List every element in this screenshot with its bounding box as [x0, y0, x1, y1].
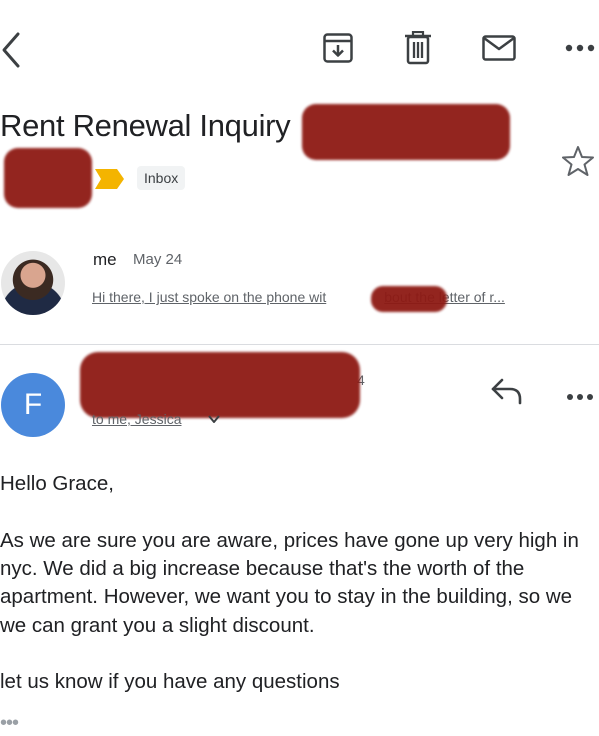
sender-name: me	[93, 250, 117, 269]
label-marker-icon	[95, 169, 124, 189]
thread-subject: Rent Renewal Inquiry	[0, 108, 291, 143]
more-horizontal-icon	[567, 394, 593, 400]
reply-button[interactable]	[490, 377, 524, 410]
chevron-left-icon	[2, 32, 20, 68]
star-button[interactable]	[562, 145, 594, 182]
message-divider	[0, 344, 599, 345]
recipients-details-button[interactable]	[207, 412, 221, 427]
message-snippet[interactable]: Hi there, I just spoke on the phone witb…	[92, 289, 587, 305]
snippet-start: Hi there, I just spoke on the phone wit	[92, 289, 327, 305]
message-body: Hello Grace, As we are sure you are awar…	[0, 470, 599, 725]
mark-unread-button[interactable]	[482, 30, 516, 66]
envelope-icon	[482, 35, 516, 61]
delete-button[interactable]	[404, 30, 432, 66]
archive-icon	[323, 33, 353, 63]
message-date: May 24	[133, 251, 183, 268]
redaction-label	[4, 148, 92, 208]
redaction-sender	[80, 352, 360, 418]
message-more-button[interactable]	[566, 388, 594, 406]
inbox-label-chip[interactable]: Inbox	[137, 166, 186, 190]
redaction-subject	[302, 104, 510, 160]
show-trimmed-content-button[interactable]: •••	[0, 712, 19, 735]
avatar: F	[1, 373, 65, 437]
chevron-down-icon	[208, 415, 220, 423]
body-greeting: Hello Grace,	[0, 472, 114, 495]
more-horizontal-icon	[565, 44, 595, 52]
star-outline-icon	[562, 146, 594, 176]
avatar	[1, 251, 65, 315]
redaction-snippet	[371, 286, 447, 312]
trash-icon	[405, 31, 431, 65]
body-closing: let us know if you have any questions	[0, 670, 340, 694]
recipients-line[interactable]: to me, Jessica	[92, 411, 181, 427]
more-options-button[interactable]	[565, 30, 595, 66]
body-paragraph: As we are sure you are aware, prices hav…	[0, 528, 579, 637]
archive-button[interactable]	[322, 30, 354, 66]
back-button[interactable]	[0, 30, 24, 70]
reply-icon	[491, 378, 522, 405]
